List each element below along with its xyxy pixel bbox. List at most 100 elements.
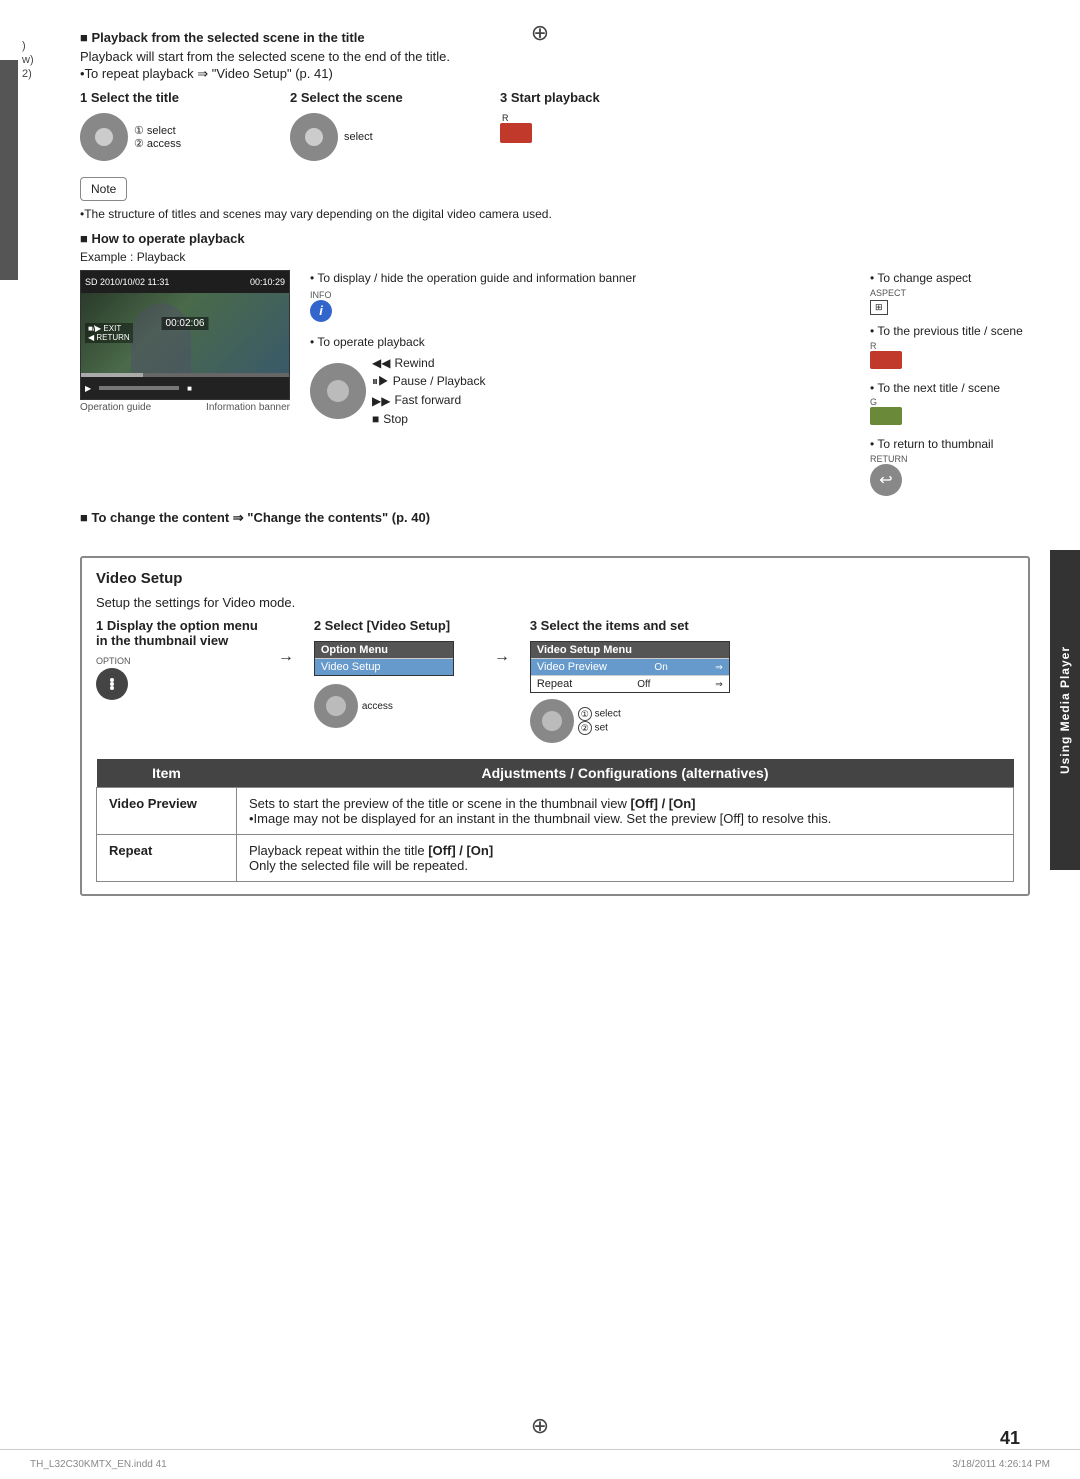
step-1: 1 Select the title ① select ② access: [80, 90, 260, 165]
video-setup-section: Video Setup Setup the settings for Video…: [80, 556, 1030, 896]
aspect-label: To change aspect: [870, 270, 1030, 287]
how-to-operate-section: ■ How to operate playback Example : Play…: [80, 231, 1030, 496]
option-icon: [103, 675, 121, 693]
option-menu-item-video-setup: Video Setup: [315, 658, 453, 675]
repeat-description: Playback repeat within the title [Off] /…: [237, 835, 1014, 882]
compass-bottom-icon: ⊕: [531, 1413, 549, 1439]
aspect-sublabel: ASPECT: [870, 288, 1030, 298]
prev-title-control: To the previous title / scene R: [870, 323, 1030, 372]
step-2-label: 2 Select the scene: [290, 90, 403, 105]
screen-overlay: SD 2010/10/02 11:31 00:10:29: [81, 271, 289, 293]
nav-disc-inner: [95, 128, 113, 146]
return-label: To return to thumbnail: [870, 436, 1030, 453]
playback-screen: SD 2010/10/02 11:31 00:10:29 ■/▶ EXIT: [80, 270, 290, 400]
playback-description: Playback will start from the selected sc…: [80, 49, 1030, 64]
g-btn-icon: [870, 407, 902, 425]
step-1-label: 1 Select the title: [80, 90, 179, 105]
rewind-label: Rewind: [394, 355, 434, 372]
controls-column: To display / hide the operation guide an…: [310, 270, 850, 428]
step-arrow-1: →: [278, 618, 294, 666]
setup-step-3-label: 3 Select the items and set: [530, 618, 689, 633]
info-sublabel: INFO: [310, 290, 850, 300]
step-3-r-label: R: [502, 113, 532, 123]
footer-left: TH_L32C30KMTX_EN.indd 41: [30, 1459, 167, 1470]
step-3-visual: R: [500, 113, 532, 146]
left-accent-bar: [0, 60, 18, 280]
stop-icon: ■: [372, 412, 379, 426]
right-controls-column: To change aspect ASPECT ⊞ To the previou…: [870, 270, 1030, 496]
how-to-title: ■ How to operate playback: [80, 231, 1030, 246]
screen-bottom: ▶ ■: [81, 377, 289, 399]
info-label: To display / hide the operation guide an…: [310, 270, 850, 287]
step2-disc: [314, 684, 358, 728]
return-control: To return to thumbnail RETURN ↩: [870, 436, 1030, 496]
step3-disc: [530, 699, 574, 743]
sidebar-label: Using Media Player: [1050, 550, 1080, 870]
footer-right: 3/18/2011 4:26:14 PM: [952, 1459, 1050, 1470]
video-setup-menu-box: Video Setup Menu Video Preview On ⇒ Repe…: [530, 641, 730, 693]
col-adjustments-header: Adjustments / Configurations (alternativ…: [237, 759, 1014, 788]
step-2-visual: select: [290, 109, 373, 165]
next-title-control: To the next title / scene G: [870, 380, 1030, 429]
step-2: 2 Select the scene select: [290, 90, 470, 165]
table-row: Repeat Playback repeat within the title …: [97, 835, 1014, 882]
playback-image: SD 2010/10/02 11:31 00:10:29 ■/▶ EXIT: [80, 270, 290, 413]
next-title-label: To the next title / scene: [870, 380, 1030, 397]
pause-label: Pause / Playback: [393, 373, 486, 390]
step-3-number: 3: [500, 90, 511, 105]
step-3-label: 3 Start playback: [500, 90, 600, 105]
screen-exit-label: ■/▶ EXIT ◀ RETURN: [85, 323, 133, 343]
stop-label: Stop: [383, 411, 408, 428]
video-preview-description: Sets to start the preview of the title o…: [237, 788, 1014, 835]
note-container: Note •The structure of titles and scenes…: [80, 171, 1030, 221]
note-content: •The structure of titles and scenes may …: [80, 207, 1030, 221]
video-setup-header: Video Setup: [96, 570, 1014, 587]
setup-steps-row: 1 Display the option menuin the thumbnai…: [96, 618, 1014, 745]
prev-title-label: To the previous title / scene: [870, 323, 1030, 340]
setup-step-1: 1 Display the option menuin the thumbnai…: [96, 618, 258, 700]
step3-disc-inner: [542, 711, 562, 731]
nav-disc-step2: [290, 113, 338, 161]
compass-top-icon: ⊕: [531, 20, 549, 46]
step-2-number: 2: [290, 90, 301, 105]
playback-control-labels: ◀◀ Rewind ⏸▶ Pause / Playback ▶▶ Fast fo…: [372, 355, 485, 428]
video-preview-item: Video Preview: [97, 788, 237, 835]
disc-controls: ◀◀ Rewind ⏸▶ Pause / Playback ▶▶ Fast fo…: [310, 355, 850, 428]
option-menu-box: Option Menu Video Setup: [314, 641, 454, 676]
information-banner-label: Information banner: [206, 402, 290, 413]
prev-r-label: R: [870, 341, 1030, 351]
step3-select-label: ① select: [578, 707, 621, 721]
operation-guide-label: Operation guide: [80, 402, 151, 413]
step2-access-label: access: [362, 701, 393, 712]
info-control: To display / hide the operation guide an…: [310, 270, 850, 322]
info-table: Item Adjustments / Configurations (alter…: [96, 759, 1014, 882]
step-1-number: 1: [80, 90, 91, 105]
option-sublabel: OPTION: [96, 656, 131, 666]
table-body: Video Preview Sets to start the preview …: [97, 788, 1014, 882]
return-sublabel: RETURN: [870, 454, 1030, 464]
step2-disc-inner: [326, 696, 346, 716]
step3-sub-labels: ① select ② set: [578, 707, 621, 735]
example-label: Example : Playback: [80, 250, 1030, 264]
stop-row: ■ Stop: [372, 411, 485, 428]
table-header: Item Adjustments / Configurations (alter…: [97, 759, 1014, 788]
setup-step-1-label: 1 Display the option menuin the thumbnai…: [96, 618, 258, 648]
screen-content: ■/▶ EXIT ◀ RETURN 00:02:06: [81, 293, 289, 373]
setup-step-2-label: 2 Select [Video Setup]: [314, 618, 450, 633]
step-3: 3 Start playback R: [500, 90, 680, 146]
playback-layout: SD 2010/10/02 11:31 00:10:29 ■/▶ EXIT: [80, 270, 1030, 496]
table-row: Video Preview Sets to start the preview …: [97, 788, 1014, 835]
screen-labels: Operation guide Information banner: [80, 402, 290, 413]
playback-section-title: ■ Playback from the selected scene in th…: [80, 30, 1030, 45]
note-box: Note: [80, 177, 127, 201]
page: ⊕ ) w) 2) Using Media Player ■ Playback …: [0, 0, 1080, 1479]
screen-top-right: 00:10:29: [250, 277, 285, 287]
video-setup-menu-header: Video Setup Menu: [531, 642, 729, 658]
screen-top-left: SD 2010/10/02 11:31: [85, 277, 169, 287]
aspect-icon: ⊞: [870, 300, 888, 315]
video-setup-desc: Setup the settings for Video mode.: [96, 595, 1014, 610]
aspect-control: To change aspect ASPECT ⊞: [870, 270, 1030, 315]
ff-label: Fast forward: [394, 392, 461, 409]
pause-row: ⏸▶ Pause / Playback: [372, 373, 485, 390]
nav-disc-step1: [80, 113, 128, 161]
